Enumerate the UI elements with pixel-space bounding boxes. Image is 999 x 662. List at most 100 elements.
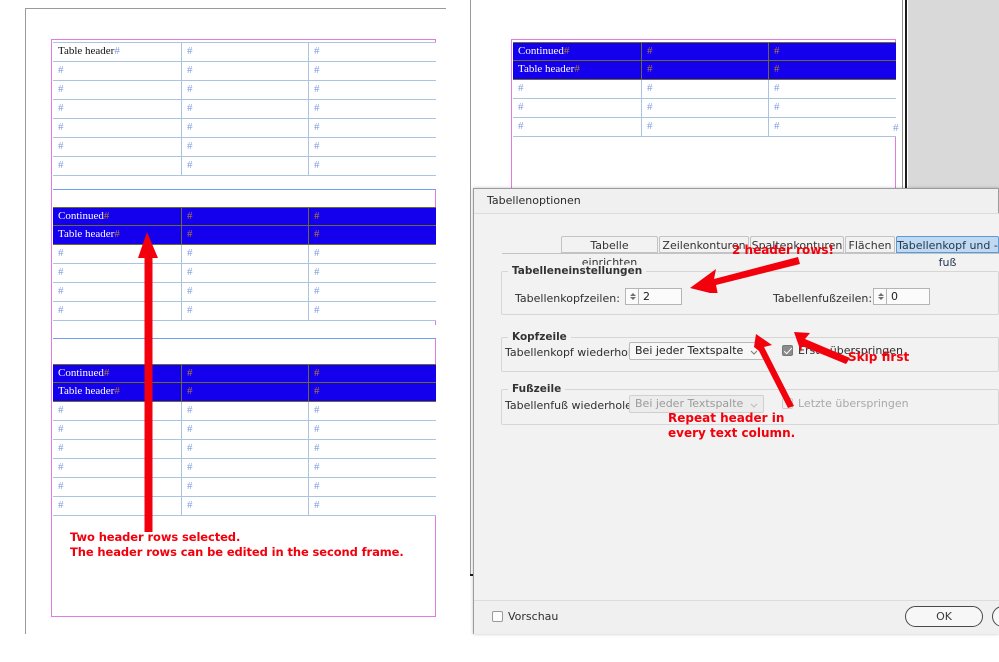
table-cell[interactable]: Table header# [53,226,182,245]
table-cell[interactable]: # [309,421,436,440]
table-row[interactable]: # # # [53,119,436,138]
table-cell[interactable]: # [182,383,309,402]
table-cell[interactable]: # [53,157,182,176]
table-cell[interactable]: # [53,283,182,302]
table-cell[interactable]: # [53,138,182,157]
table-row[interactable]: # # # [53,478,436,497]
table-cell[interactable]: # [182,226,309,245]
table-cell[interactable]: # [182,100,309,119]
table-cell[interactable]: # [769,61,896,80]
table-cell[interactable]: # [182,459,309,478]
preview-checkbox-row[interactable]: Vorschau [492,610,558,623]
table-row[interactable]: # # # [53,138,436,157]
table-row[interactable]: # # # [53,81,436,100]
ok-button[interactable]: OK [905,606,983,627]
table-row[interactable]: # # # [53,421,436,440]
table-cell[interactable]: Table header# [513,61,642,80]
table-cell[interactable]: # [309,302,436,321]
table-cell[interactable]: # [642,80,769,99]
table-cell[interactable]: Continued# [513,42,642,61]
table-row[interactable]: # # # [53,283,436,302]
table-cell[interactable]: # [182,302,309,321]
table-cell[interactable]: # [53,62,182,81]
table-row[interactable]: # # # [53,264,436,283]
table-cell[interactable]: # [309,497,436,516]
table-cell[interactable]: Continued# [53,364,182,383]
table-cell[interactable]: # [182,440,309,459]
table-cell[interactable]: Table header# [53,42,182,62]
table-row[interactable]: Continued# # # [53,364,436,383]
table-cell[interactable]: # [642,118,769,137]
table-row[interactable]: # # # [53,100,436,119]
table-cell[interactable]: # [53,459,182,478]
table-row[interactable]: # # # [53,62,436,81]
table-cell[interactable]: # [309,119,436,138]
repeat-header-select[interactable]: Bei jeder Textspalte [629,342,764,360]
table-cell[interactable]: # [53,421,182,440]
table-row[interactable]: # # # [53,459,436,478]
table-part-2[interactable]: Continued# # # Table header# # # # # # # # # # # # # # # [53,207,436,321]
table-cell[interactable]: # [513,99,642,118]
table-cell[interactable]: # [642,99,769,118]
table-cell[interactable]: # [642,61,769,80]
table-row[interactable]: # # # [53,157,436,176]
table-second-frame[interactable]: Continued# # # Table header# # # # # # # # # # # # [513,42,896,137]
table-cell[interactable]: # [309,81,436,100]
table-cell[interactable]: # [309,226,436,245]
table-cell[interactable]: # [182,283,309,302]
table-cell[interactable]: # [182,497,309,516]
table-cell[interactable]: # [182,264,309,283]
table-cell[interactable]: # [53,264,182,283]
table-part-3[interactable]: Continued# # # Table header# # # # # # # # # # # # # # # #… [53,364,436,516]
table-cell[interactable]: # [769,80,896,99]
table-cell[interactable]: # [309,207,436,226]
header-rows-stepper[interactable]: 2 [625,288,682,305]
tab-flaechen[interactable]: Flächen [845,236,895,253]
table-cell[interactable]: # [513,118,642,137]
table-cell[interactable]: # [53,402,182,421]
table-row[interactable]: Continued# # # [513,42,896,61]
table-row[interactable]: Continued# # # [53,207,436,226]
preview-checkbox[interactable] [492,611,503,622]
header-rows-stepper-arrows[interactable] [625,288,638,305]
table-cell[interactable]: # [53,100,182,119]
table-cell[interactable]: # [769,42,896,61]
table-cell[interactable]: # [309,62,436,81]
table-row[interactable]: # # # [513,99,896,118]
footer-rows-stepper-arrows[interactable] [873,288,886,305]
table-cell[interactable]: # [53,119,182,138]
table-row[interactable]: # # # [53,402,436,421]
header-rows-input[interactable]: 2 [638,288,682,305]
table-cell[interactable]: # [309,283,436,302]
tab-tabelle-einrichten[interactable]: Tabelle einrichten [561,236,658,269]
table-cell[interactable]: # [309,264,436,283]
table-row[interactable]: # # # [513,118,896,137]
table-cell[interactable]: # [53,302,182,321]
table-cell[interactable]: # [309,402,436,421]
table-cell[interactable]: # [182,138,309,157]
table-cell[interactable]: # [182,62,309,81]
table-cell[interactable]: # [309,138,436,157]
table-cell[interactable]: # [53,440,182,459]
table-row[interactable]: # # # [53,440,436,459]
table-cell[interactable]: # [309,100,436,119]
table-cell[interactable]: Continued# [53,207,182,226]
table-cell[interactable]: # [53,245,182,264]
tab-tabellenkopf-und-fuss[interactable]: Tabellenkopf und -fuß [896,236,999,269]
table-cell[interactable]: # [513,80,642,99]
table-cell[interactable]: # [182,478,309,497]
table-cell[interactable]: # [53,81,182,100]
table-cell[interactable]: # [769,99,896,118]
footer-rows-input[interactable]: 0 [886,288,930,305]
table-cell[interactable]: # [182,364,309,383]
table-cell[interactable]: # [309,383,436,402]
table-row[interactable]: Table header# # # [53,42,436,62]
table-cell[interactable]: Table header# [53,383,182,402]
table-row[interactable]: Table header# # # [513,61,896,80]
table-cell[interactable]: # [182,421,309,440]
table-cell[interactable]: # [769,118,896,137]
table-cell[interactable]: # [309,459,436,478]
table-cell[interactable]: # [182,402,309,421]
table-row[interactable]: # # # [53,302,436,321]
table-cell[interactable]: # [309,478,436,497]
